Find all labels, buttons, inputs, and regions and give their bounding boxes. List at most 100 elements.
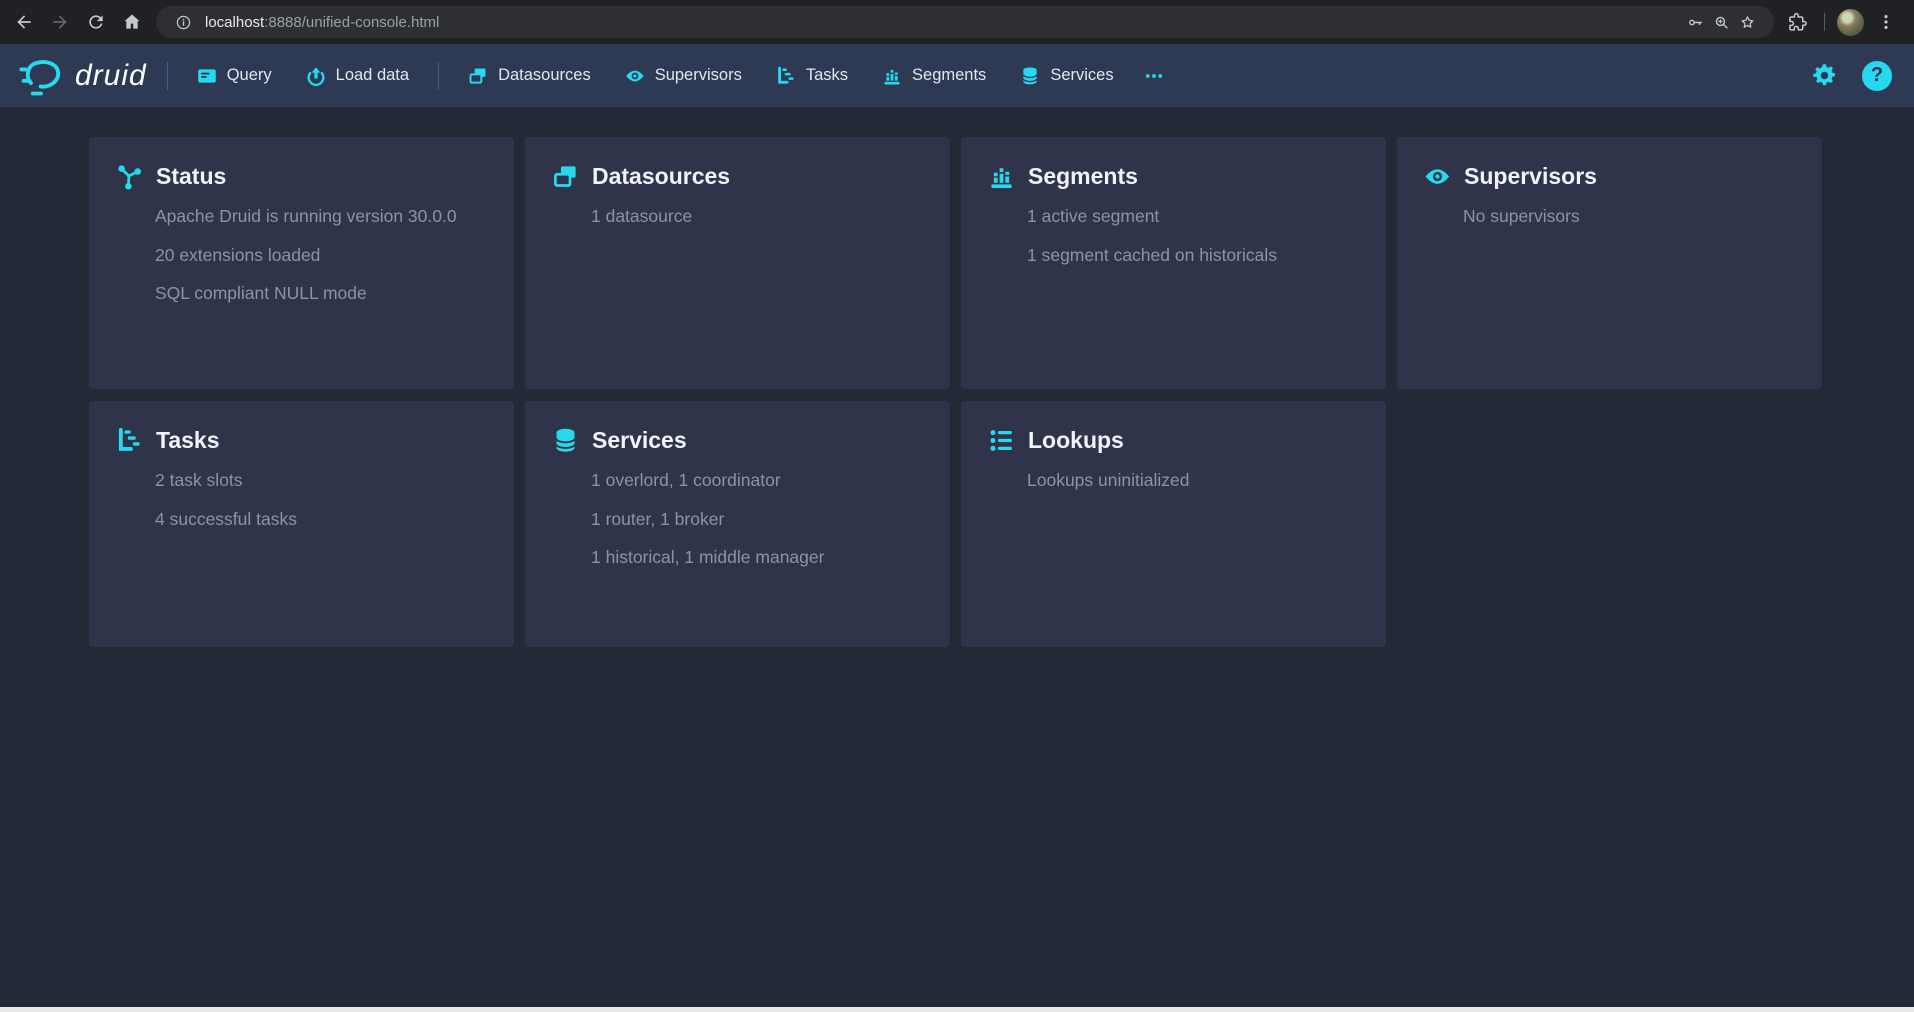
card-body: Lookups uninitialized bbox=[1027, 470, 1362, 491]
puzzle-icon bbox=[1788, 12, 1808, 32]
db-icon bbox=[1020, 66, 1040, 86]
back-button[interactable] bbox=[6, 4, 42, 40]
navbar-divider bbox=[167, 62, 168, 90]
more-menu-button[interactable] bbox=[1133, 56, 1175, 96]
card-title: Status bbox=[156, 163, 226, 190]
segments-icon bbox=[882, 66, 902, 86]
eye-icon bbox=[1424, 163, 1451, 190]
card-header: Datasources bbox=[552, 163, 926, 190]
upload-icon bbox=[306, 66, 326, 86]
reload-icon bbox=[86, 12, 106, 32]
card-body: 1 datasource bbox=[591, 206, 926, 227]
settings-button[interactable] bbox=[1811, 62, 1838, 89]
druid-logo[interactable]: druid bbox=[18, 55, 155, 97]
nav-item-load-data[interactable]: Load data bbox=[294, 56, 421, 96]
ellipsis-icon bbox=[1143, 66, 1165, 86]
home-view: Status Apache Druid is running version 3… bbox=[0, 107, 1914, 647]
card-lookups[interactable]: Lookups Lookups uninitialized bbox=[961, 401, 1386, 647]
card-info-line: 1 active segment bbox=[1027, 206, 1362, 227]
nav-item-label: Segments bbox=[912, 66, 986, 85]
help-button[interactable]: ? bbox=[1862, 61, 1892, 91]
home-button[interactable] bbox=[114, 4, 150, 40]
address-bar[interactable]: localhost:8888/unified-console.html bbox=[156, 6, 1774, 38]
card-title: Tasks bbox=[156, 427, 220, 454]
card-title: Services bbox=[592, 427, 687, 454]
card-body: No supervisors bbox=[1463, 206, 1798, 227]
card-status[interactable]: Status Apache Druid is running version 3… bbox=[89, 137, 514, 389]
forward-button[interactable] bbox=[42, 4, 78, 40]
extensions-button[interactable] bbox=[1780, 4, 1816, 40]
nav-item-label: Query bbox=[227, 66, 272, 85]
url-path: :8888/unified-console.html bbox=[264, 14, 439, 31]
nav-item-label: Tasks bbox=[806, 66, 848, 85]
forward-arrow-icon bbox=[50, 12, 70, 32]
home-icon bbox=[122, 12, 142, 32]
druid-logo-icon bbox=[18, 55, 65, 97]
gantt-icon bbox=[776, 66, 796, 86]
profile-avatar[interactable] bbox=[1837, 9, 1864, 36]
card-info-line: 1 segment cached on historicals bbox=[1027, 245, 1362, 266]
nav-item-label: Datasources bbox=[498, 66, 591, 85]
card-header: Supervisors bbox=[1424, 163, 1798, 190]
card-title: Supervisors bbox=[1464, 163, 1597, 190]
lookups-icon bbox=[988, 427, 1015, 454]
card-datasources[interactable]: Datasources 1 datasource bbox=[525, 137, 950, 389]
card-info-line: 1 historical, 1 middle manager bbox=[591, 547, 926, 568]
console-icon bbox=[197, 66, 217, 86]
nav-item-query[interactable]: Query bbox=[185, 56, 284, 96]
kebab-menu-icon bbox=[1876, 12, 1896, 32]
gantt-icon bbox=[116, 427, 143, 454]
nav-item-segments[interactable]: Segments bbox=[870, 56, 998, 96]
brand-name: druid bbox=[75, 59, 155, 93]
nav-item-services[interactable]: Services bbox=[1008, 56, 1125, 96]
nav-item-datasources[interactable]: Datasources bbox=[456, 56, 603, 96]
graph-icon bbox=[116, 163, 143, 190]
url-text: localhost:8888/unified-console.html bbox=[205, 14, 439, 31]
card-header: Segments bbox=[988, 163, 1362, 190]
card-body: 1 overlord, 1 coordinator 1 router, 1 bro… bbox=[591, 470, 926, 568]
password-key-icon[interactable] bbox=[1682, 9, 1708, 35]
browser-toolbar: localhost:8888/unified-console.html bbox=[0, 0, 1914, 44]
nav-item-label: Supervisors bbox=[655, 66, 742, 85]
browser-menu-button[interactable] bbox=[1868, 4, 1904, 40]
card-info-line: Lookups uninitialized bbox=[1027, 470, 1362, 491]
card-info-line: No supervisors bbox=[1463, 206, 1798, 227]
druid-navbar: druid Query Load data Datasources Superv… bbox=[0, 44, 1914, 107]
card-services[interactable]: Services 1 overlord, 1 coordinator 1 rout… bbox=[525, 401, 950, 647]
card-title: Segments bbox=[1028, 163, 1138, 190]
page-zoom-icon[interactable] bbox=[1708, 9, 1734, 35]
reload-button[interactable] bbox=[78, 4, 114, 40]
card-info-line: 4 successful tasks bbox=[155, 509, 490, 530]
card-header: Status bbox=[116, 163, 490, 190]
nav-item-label: Load data bbox=[336, 66, 409, 85]
card-title: Lookups bbox=[1028, 427, 1124, 454]
datasources-icon bbox=[552, 163, 579, 190]
card-body: Apache Druid is running version 30.0.0 20… bbox=[155, 206, 490, 304]
datasources-icon bbox=[468, 66, 488, 86]
card-header: Tasks bbox=[116, 427, 490, 454]
card-body: 1 active segment 1 segment cached on hist… bbox=[1027, 206, 1362, 266]
back-arrow-icon bbox=[14, 12, 34, 32]
card-body: 2 task slots 4 successful tasks bbox=[155, 470, 490, 530]
card-header: Lookups bbox=[988, 427, 1362, 454]
card-tasks[interactable]: Tasks 2 task slots 4 successful tasks bbox=[89, 401, 514, 647]
bookmark-star-icon[interactable] bbox=[1734, 9, 1760, 35]
card-info-line: 2 task slots bbox=[155, 470, 490, 491]
db-icon bbox=[552, 427, 579, 454]
site-info-icon[interactable] bbox=[170, 9, 196, 35]
card-info-line: 1 overlord, 1 coordinator bbox=[591, 470, 926, 491]
card-segments[interactable]: Segments 1 active segment 1 segment cache… bbox=[961, 137, 1386, 389]
card-info-line: Apache Druid is running version 30.0.0 bbox=[155, 206, 490, 227]
card-header: Services bbox=[552, 427, 926, 454]
card-info-line: 1 datasource bbox=[591, 206, 926, 227]
gear-icon bbox=[1811, 62, 1838, 89]
card-info-line: 1 router, 1 broker bbox=[591, 509, 926, 530]
eye-icon bbox=[625, 66, 645, 86]
nav-item-supervisors[interactable]: Supervisors bbox=[613, 56, 754, 96]
segments-icon bbox=[988, 163, 1015, 190]
window-bottom-edge bbox=[0, 1007, 1914, 1012]
card-info-line: 20 extensions loaded bbox=[155, 245, 490, 266]
nav-item-tasks[interactable]: Tasks bbox=[764, 56, 860, 96]
card-supervisors[interactable]: Supervisors No supervisors bbox=[1397, 137, 1822, 389]
card-info-line: SQL compliant NULL mode bbox=[155, 283, 490, 304]
